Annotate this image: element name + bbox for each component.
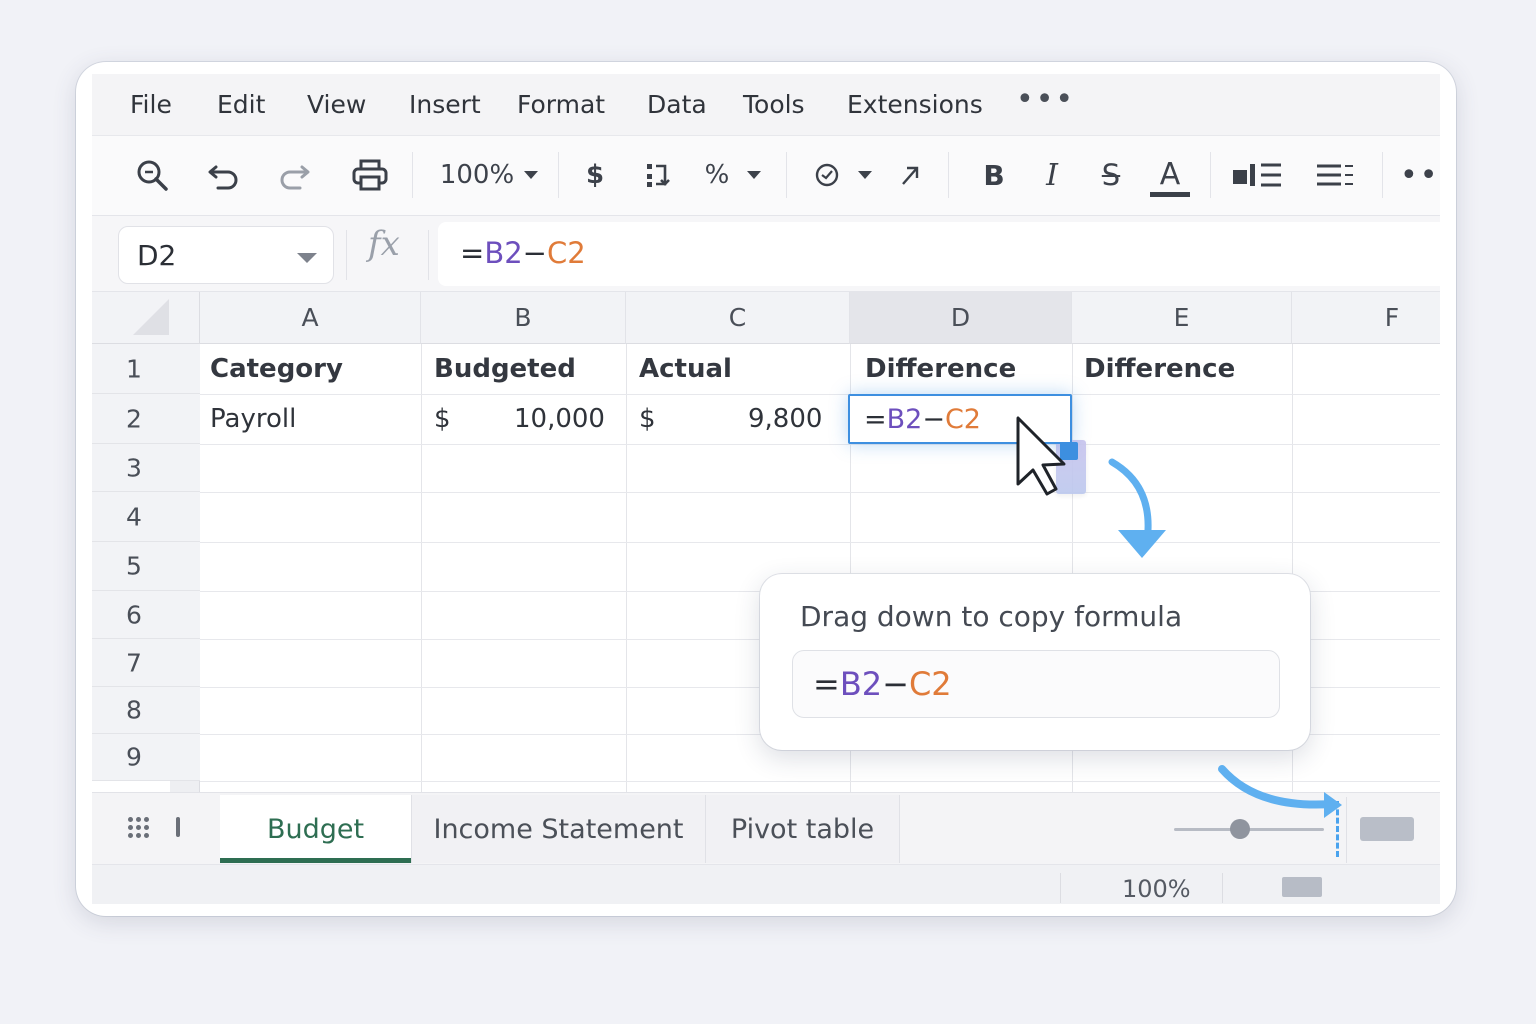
- zoom-select[interactable]: 100%: [434, 150, 544, 200]
- row-header-1[interactable]: 1: [92, 344, 200, 394]
- column-header-a[interactable]: A: [200, 292, 421, 344]
- cell-c1[interactable]: Actual: [639, 354, 732, 384]
- align-left-icon[interactable]: [1228, 150, 1288, 200]
- text-color-button[interactable]: A: [1148, 150, 1192, 200]
- italic-button[interactable]: I: [1034, 150, 1070, 200]
- dollar-icon: $: [585, 160, 605, 190]
- print-icon[interactable]: [348, 150, 392, 200]
- column-header-e[interactable]: E: [1072, 292, 1292, 344]
- status-zoom: 100%: [1122, 875, 1191, 903]
- chevron-down-icon: [858, 171, 872, 179]
- decimal-format-icon[interactable]: [638, 150, 678, 200]
- sheet-tab-label: Income Statement: [433, 813, 684, 845]
- cell-b2[interactable]: 10,000: [514, 404, 605, 434]
- cell-a2[interactable]: Payroll: [210, 404, 296, 434]
- chevron-down-icon: [747, 171, 762, 179]
- toolbar-more-button[interactable]: •••: [1400, 150, 1440, 200]
- zoom-value: 100%: [439, 160, 515, 190]
- sheet-tab-income-statement[interactable]: Income Statement: [412, 795, 706, 863]
- formula-input[interactable]: =B2−C2: [438, 222, 1440, 286]
- formula-bar: D2 fx =B2−C2: [92, 216, 1440, 292]
- row-header-8[interactable]: 8: [92, 687, 200, 734]
- row-header-7[interactable]: 7: [92, 639, 200, 687]
- drag-guide-line: [1336, 801, 1339, 857]
- tooltip-formula: =B2−C2: [813, 665, 952, 703]
- tooltip-formula-box: =B2−C2: [792, 650, 1280, 718]
- column-header-d[interactable]: D: [850, 292, 1072, 344]
- search-icon[interactable]: [130, 150, 174, 200]
- wrap-text-icon[interactable]: [1308, 150, 1362, 200]
- zoom-slider-knob[interactable]: [1230, 819, 1250, 839]
- rotate-text-icon[interactable]: [892, 150, 928, 200]
- strikethrough-button[interactable]: S: [1092, 150, 1130, 200]
- formula-text: =B2−C2: [460, 236, 586, 270]
- text-color-icon: A: [1159, 156, 1181, 192]
- row-header-9[interactable]: 9: [92, 734, 200, 781]
- currency-format-button[interactable]: $: [578, 150, 612, 200]
- bold-button[interactable]: B: [976, 150, 1012, 200]
- name-box[interactable]: D2: [118, 226, 334, 284]
- toolbar: 100% $ % B I S A ••: [92, 136, 1440, 216]
- chevron-down-icon: [524, 171, 539, 179]
- cell-c2[interactable]: 9,800: [748, 404, 822, 434]
- column-header-c[interactable]: C: [626, 292, 850, 344]
- menu-data[interactable]: Data: [647, 90, 707, 119]
- redo-icon[interactable]: [272, 150, 316, 200]
- menu-view[interactable]: View: [307, 90, 366, 119]
- status-bar: 100%: [92, 864, 1440, 904]
- select-all-corner[interactable]: [92, 292, 200, 344]
- menu-more-button[interactable]: •••: [1016, 82, 1075, 117]
- percent-format-select[interactable]: %: [698, 150, 768, 200]
- menu-edit[interactable]: Edit: [217, 90, 265, 119]
- row-header-3[interactable]: 3: [92, 444, 200, 492]
- sheet-view-toggle[interactable]: [1360, 817, 1414, 841]
- sheet-grid: A B C D E F 1 2 3 4 5 6 7 8 9 Category B…: [92, 292, 1440, 792]
- sheet-tab-label: Pivot table: [730, 813, 875, 845]
- text-color-swatch: [1150, 191, 1190, 197]
- more-icon: •••: [1400, 157, 1440, 193]
- cell-d1[interactable]: Difference: [865, 354, 1016, 384]
- sheet-tab-bar: Budget Income Statement Pivot table: [92, 792, 1440, 864]
- undo-icon[interactable]: [202, 150, 246, 200]
- cell-c2-currency: $: [639, 404, 656, 434]
- cell-d2-active[interactable]: =B2−C2: [848, 394, 1072, 444]
- row-header-4[interactable]: 4: [92, 492, 200, 542]
- cell-a1[interactable]: Category: [210, 354, 343, 384]
- menu-insert[interactable]: Insert: [409, 90, 481, 119]
- row-header-5[interactable]: 5: [92, 542, 200, 591]
- menu-bar: File Edit View Insert Format Data Tools …: [92, 74, 1440, 136]
- spreadsheet-app: File Edit View Insert Format Data Tools …: [92, 74, 1440, 904]
- cell-b2-currency: $: [434, 404, 451, 434]
- conditional-format-select[interactable]: [808, 150, 878, 200]
- copy-formula-tooltip: Drag down to copy formula =B2−C2: [760, 574, 1310, 750]
- italic-icon: I: [1046, 157, 1058, 193]
- menu-file[interactable]: File: [130, 90, 172, 119]
- cell-d2-formula: =B2−C2: [864, 404, 981, 435]
- menu-tools[interactable]: Tools: [743, 90, 805, 119]
- status-view-toggle[interactable]: [1282, 877, 1322, 897]
- cell-b1[interactable]: Budgeted: [434, 354, 576, 384]
- sheet-tab-pivot-table[interactable]: Pivot table: [706, 795, 900, 863]
- row-header-6[interactable]: 6: [92, 591, 200, 639]
- strikethrough-icon: S: [1101, 158, 1121, 192]
- menu-format[interactable]: Format: [517, 90, 605, 119]
- menu-extensions[interactable]: Extensions: [847, 90, 983, 119]
- fill-handle[interactable]: [1060, 442, 1078, 460]
- tab-scroll-handle[interactable]: [176, 817, 180, 837]
- column-header-b[interactable]: B: [421, 292, 626, 344]
- sheet-tab-budget[interactable]: Budget: [220, 795, 412, 863]
- active-tab-indicator: [220, 858, 411, 863]
- column-header-f[interactable]: F: [1292, 292, 1440, 344]
- tooltip-title: Drag down to copy formula: [800, 600, 1183, 633]
- check-circle-icon: [815, 163, 839, 187]
- cell-e1[interactable]: Difference: [1084, 354, 1235, 384]
- name-box-value: D2: [137, 239, 177, 272]
- chevron-down-icon[interactable]: [297, 253, 317, 263]
- bold-icon: B: [983, 158, 1005, 192]
- spreadsheet-window: File Edit View Insert Format Data Tools …: [76, 62, 1456, 916]
- percent-icon: %: [704, 160, 730, 190]
- sheet-tab-label: Budget: [266, 813, 365, 845]
- fx-icon: fx: [368, 224, 400, 264]
- row-header-2[interactable]: 2: [92, 394, 200, 444]
